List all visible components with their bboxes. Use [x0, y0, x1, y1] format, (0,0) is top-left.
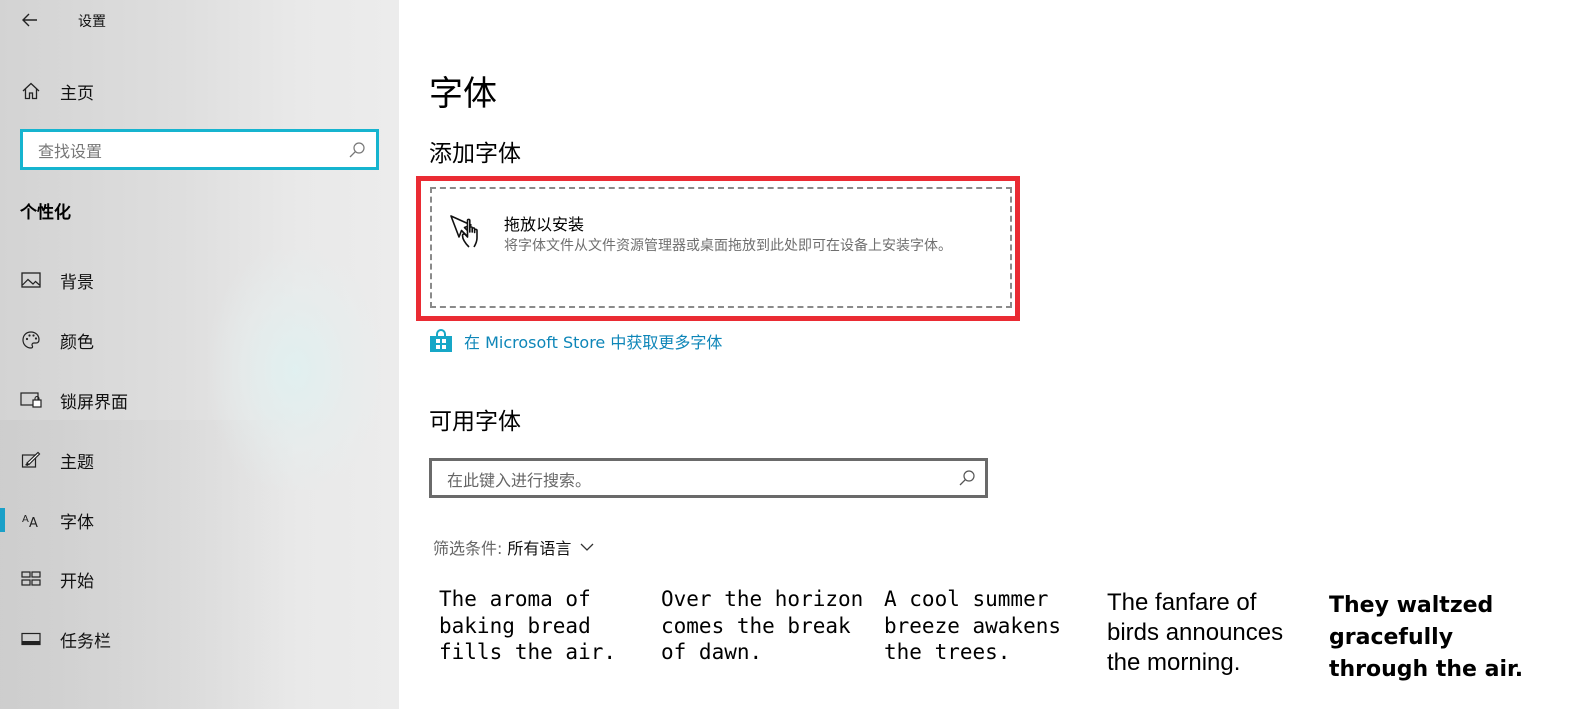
drop-zone-description: 将字体文件从文件资源管理器或桌面拖放到此处即可在设备上安装字体。	[504, 238, 952, 254]
font-search-box[interactable]	[429, 458, 988, 498]
sidebar-item-fonts[interactable]: AA 字体	[0, 500, 399, 540]
start-icon	[20, 568, 42, 590]
section-header: 个性化	[20, 203, 71, 223]
font-preview-card[interactable]: Over the horizon comes the break of dawn…	[661, 586, 866, 666]
settings-search-box[interactable]	[20, 129, 379, 170]
language-filter-dropdown[interactable]: 筛选条件: 所有语言	[433, 535, 595, 559]
font-search-input[interactable]	[445, 468, 929, 492]
microsoft-store-link[interactable]: 在 Microsoft Store 中获取更多字体	[429, 328, 722, 354]
drop-zone-title: 拖放以安装	[504, 215, 585, 234]
font-preview-card[interactable]: The aroma of baking bread fills the air.	[439, 586, 644, 666]
sidebar-item-taskbar[interactable]: 任务栏	[0, 619, 399, 659]
filter-label: 筛选条件:	[433, 539, 503, 558]
sidebar-item-label: 任务栏	[60, 631, 111, 652]
sidebar-item-start[interactable]: 开始	[0, 559, 399, 599]
font-preview-card[interactable]: The fanfare of birds announces the morni…	[1107, 588, 1297, 678]
store-link-label[interactable]: 在 Microsoft Store 中获取更多字体	[464, 329, 722, 353]
sidebar-item-label: 开始	[60, 571, 94, 592]
sidebar-item-colors[interactable]: 颜色	[0, 320, 399, 360]
back-arrow-icon	[22, 13, 37, 27]
search-icon[interactable]	[958, 469, 976, 487]
sidebar-item-label: 颜色	[60, 332, 94, 353]
back-button[interactable]	[18, 8, 42, 32]
font-preview-card[interactable]: They waltzed gracefully through the air.	[1329, 590, 1529, 686]
chevron-down-icon[interactable]	[579, 539, 595, 555]
sidebar: 设置 主页 个性化 背景 颜色 锁屏界面 主题	[0, 0, 399, 709]
taskbar-icon	[20, 628, 42, 650]
available-fonts-heading: 可用字体	[429, 409, 521, 435]
palette-icon	[20, 329, 42, 351]
store-bag-icon	[430, 329, 452, 352]
sidebar-item-label: 锁屏界面	[60, 392, 128, 413]
lock-screen-icon	[20, 389, 42, 411]
home-icon	[20, 80, 42, 102]
picture-icon	[20, 269, 42, 291]
sidebar-item-themes[interactable]: 主题	[0, 440, 399, 480]
sidebar-item-home[interactable]: 主页	[0, 71, 399, 111]
search-icon[interactable]	[348, 141, 366, 159]
font-preview-card[interactable]: A cool summer breeze awakens the trees.	[884, 586, 1084, 666]
font-drop-zone[interactable]: 拖放以安装 将字体文件从文件资源管理器或桌面拖放到此处即可在设备上安装字体。	[430, 187, 1012, 308]
sidebar-item-label: 字体	[60, 512, 94, 533]
sidebar-item-label: 主题	[60, 452, 94, 473]
sidebar-item-background[interactable]: 背景	[0, 260, 399, 300]
sidebar-item-lock-screen[interactable]: 锁屏界面	[0, 380, 399, 420]
sidebar-item-label: 主页	[60, 83, 94, 104]
page-title: 字体	[429, 74, 497, 114]
filter-value[interactable]: 所有语言	[507, 535, 571, 559]
svg-text:A: A	[22, 514, 29, 525]
svg-text:A: A	[29, 516, 38, 529]
app-title: 设置	[78, 14, 106, 30]
font-icon: AA	[20, 509, 42, 531]
theme-brush-icon	[20, 449, 42, 471]
add-fonts-heading: 添加字体	[429, 141, 521, 167]
sidebar-item-label: 背景	[60, 272, 94, 293]
drag-hand-icon	[450, 215, 478, 248]
settings-search-input[interactable]	[36, 140, 340, 162]
